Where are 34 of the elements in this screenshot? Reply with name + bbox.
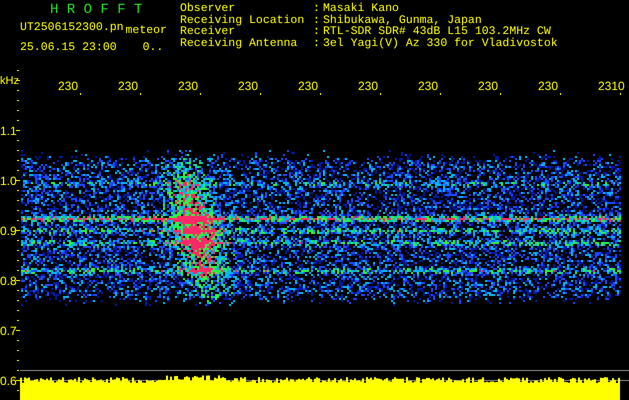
x-tick-label: 230 — [178, 79, 198, 93]
info-separator: : — [313, 38, 321, 50]
y-tick-label: 0.9 — [0, 224, 17, 238]
x-tick-label: 230 — [478, 79, 498, 93]
file-name: UT2506152300.pn — [20, 22, 124, 34]
info-separator: : — [313, 3, 321, 15]
info-label: Receiving Location — [180, 14, 306, 26]
count-value: 0.. — [142, 42, 164, 54]
mode-label: meteor — [126, 25, 167, 37]
x-tick-label: 230 — [58, 79, 78, 93]
info-value: Masaki Kano — [323, 3, 400, 15]
app-title: H R O F F T — [49, 3, 144, 18]
info-label: Receiver — [180, 26, 236, 38]
y-tick-label: 0.6 — [0, 374, 17, 388]
x-tick-label: 230 — [238, 79, 258, 93]
info-label: Observer — [180, 3, 236, 15]
info-value: Shibukawa, Gunma, Japan — [323, 14, 482, 26]
x-tick-label: 230 — [418, 79, 438, 93]
y-tick-label: 0.7 — [0, 324, 17, 338]
y-tick-label: 1.0 — [0, 174, 17, 188]
x-tick-label: 230 — [118, 79, 138, 93]
x-tick-label: 230 — [298, 79, 318, 93]
x-tick-label: 2310 — [598, 79, 625, 93]
info-value: RTL-SDR SDR# 43dB L15 103.2MHz CW — [323, 26, 551, 38]
timestamp: 25.06.15 23:00 — [20, 42, 117, 54]
x-tick-label: 230 — [358, 79, 378, 93]
info-separator: : — [313, 26, 321, 38]
info-label: Receiving Antenna — [180, 38, 298, 50]
info-separator: : — [313, 14, 321, 26]
x-tick-label: 230 — [538, 79, 558, 93]
info-value: 3el Yagi(V) Az 330 for Vladivostok — [323, 38, 558, 50]
axis-unit: kHz — [0, 75, 19, 87]
y-tick-label: 1.1 — [0, 124, 17, 138]
y-tick-label: 0.8 — [0, 274, 17, 288]
